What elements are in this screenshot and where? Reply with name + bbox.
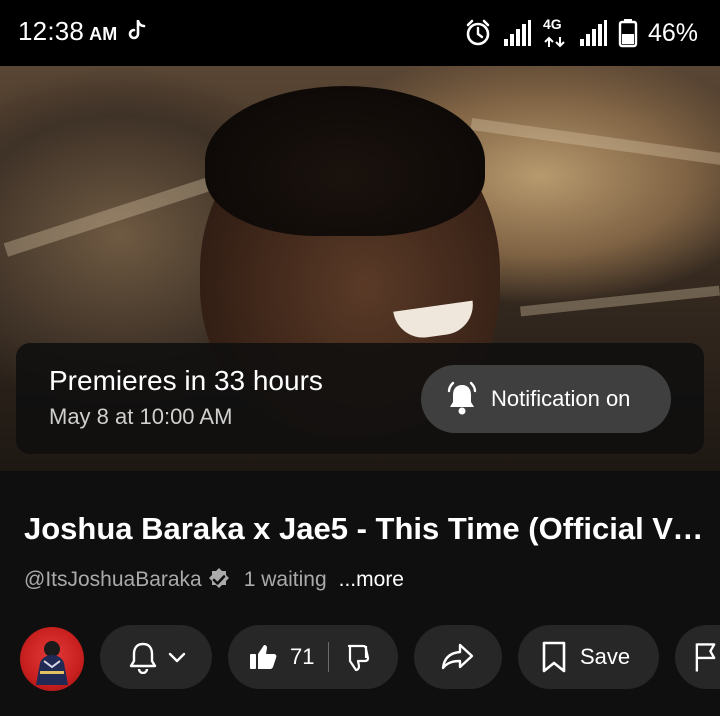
status-time-value: 12:38	[18, 16, 85, 46]
status-time: 12:38 AM	[18, 16, 117, 47]
subscribe-bell-button[interactable]	[100, 625, 212, 689]
video-hair	[205, 86, 485, 236]
flag-icon	[695, 643, 716, 672]
like-divider	[328, 642, 330, 672]
thumbs-down-icon[interactable]	[343, 642, 373, 672]
notification-label: Notification on	[491, 386, 631, 411]
premiere-date: May 8 at 10:00 AM	[49, 404, 233, 429]
waiting-count: 1 waiting	[243, 568, 327, 591]
status-bar: 12:38 AM 4G 46%	[0, 0, 720, 66]
ceiling-beam	[470, 117, 720, 167]
action-bar: 71 Save	[0, 625, 720, 693]
like-count[interactable]: 71	[290, 644, 314, 670]
video-info-panel: Joshua Baraka x Jae5 - This Time (Offici…	[0, 471, 720, 716]
notification-on-button[interactable]: Notification on	[421, 365, 671, 433]
status-right-group: 4G 46%	[464, 16, 698, 50]
battery-icon	[618, 19, 638, 48]
status-time-ampm: AM	[89, 24, 118, 44]
save-button[interactable]: Save	[518, 625, 659, 689]
video-title[interactable]: Joshua Baraka x Jae5 - This Time (Offici…	[24, 511, 704, 547]
network-type: 4G	[542, 16, 568, 50]
battery-percent: 46%	[647, 18, 698, 47]
save-label: Save	[580, 644, 631, 669]
premiere-card: Premieres in 33 hours May 8 at 10:00 AM …	[16, 343, 704, 454]
share-button[interactable]	[414, 625, 502, 689]
report-button[interactable]	[675, 625, 720, 689]
network-type-label: 4G	[542, 16, 562, 32]
share-icon	[441, 643, 474, 670]
verified-icon	[208, 568, 229, 588]
data-arrows-icon	[544, 36, 565, 48]
avatar-figure-icon	[36, 641, 68, 685]
bookmark-icon	[542, 641, 566, 673]
like-dislike-group: 71	[228, 625, 398, 689]
bell-icon	[129, 642, 157, 674]
signal-icon	[579, 20, 607, 46]
tiktok-icon	[128, 20, 146, 40]
channel-handle[interactable]: @ItsJoshuaBaraka	[24, 568, 202, 592]
more-link[interactable]: ...more	[339, 568, 404, 592]
chevron-down-icon	[168, 652, 186, 663]
bell-ringing-icon	[447, 381, 477, 415]
ceiling-beam	[520, 285, 720, 317]
video-meta: @ItsJoshuaBaraka 1 waiting ...more	[24, 567, 404, 593]
alarm-icon	[466, 19, 490, 46]
signal-icon	[503, 20, 531, 46]
premiere-title: Premieres in 33 hours	[49, 365, 323, 396]
thumbs-up-icon[interactable]	[248, 642, 278, 672]
channel-avatar[interactable]	[20, 627, 84, 691]
